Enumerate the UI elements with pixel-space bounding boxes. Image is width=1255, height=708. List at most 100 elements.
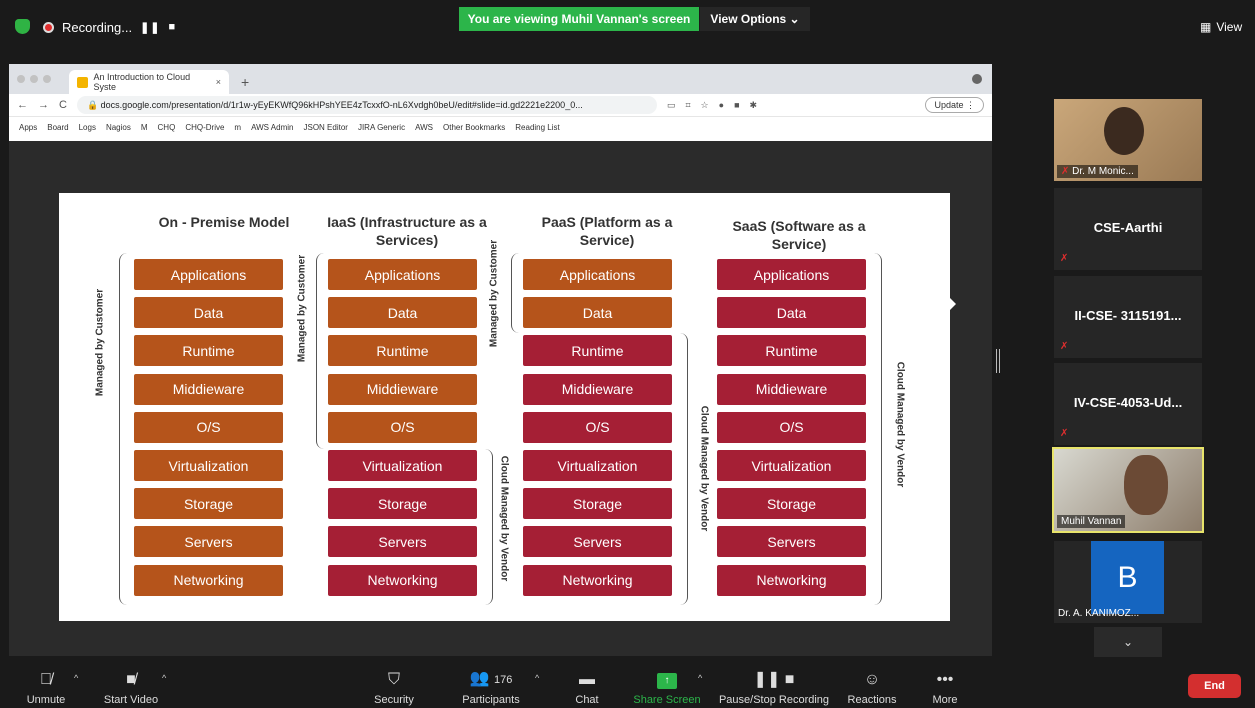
bookmark-item[interactable]: Logs	[79, 123, 96, 132]
panel-resize-handle[interactable]	[996, 349, 1000, 373]
share-screen-button[interactable]: ↑ Share Screen	[632, 661, 702, 706]
browser-window: An Introduction to Cloud Syste × + ← → C…	[9, 64, 992, 141]
active-speaker-video-tile[interactable]: Muhil Vannan	[1052, 447, 1204, 533]
close-tab-icon[interactable]: ×	[216, 77, 221, 87]
bookmarks-bar: Apps Board Logs Nagios M CHQ CHQ-Drive m…	[9, 116, 992, 138]
more-dots-icon: •••	[936, 671, 954, 688]
bookmark-item[interactable]: M	[141, 123, 148, 132]
layer-box: Middieware	[717, 373, 866, 405]
bookmark-item[interactable]: m	[234, 123, 241, 132]
new-tab-icon[interactable]: +	[241, 74, 249, 90]
puzzle-icon[interactable]: ✱	[750, 100, 758, 111]
layer-box: Runtime	[134, 335, 283, 367]
muted-mic-icon: 🎙̸	[40, 671, 52, 688]
stop-recording-icon[interactable]: ■	[169, 21, 177, 33]
video-off-icon: ■̸	[126, 671, 136, 688]
layer-box: Middieware	[523, 373, 672, 405]
view-options-button[interactable]: View Options ⌄	[700, 7, 810, 31]
forward-icon[interactable]: →	[38, 99, 49, 111]
adblock-icon[interactable]: ●	[719, 100, 724, 111]
bookmark-item[interactable]: CHQ-Drive	[185, 123, 224, 132]
layer-box: Data	[134, 297, 283, 329]
security-button[interactable]: ⛉ Security	[370, 661, 418, 706]
more-button[interactable]: ••• More	[925, 661, 965, 706]
start-video-button[interactable]: ■̸ Start Video	[100, 661, 162, 706]
layer-box: Servers	[523, 526, 672, 558]
reactions-label: Reactions	[847, 694, 897, 706]
bookmark-item[interactable]: Other Bookmarks	[443, 123, 505, 132]
bookmark-item[interactable]: AWS Admin	[251, 123, 293, 132]
qr-icon[interactable]: ⌗	[685, 100, 690, 111]
participant-tile[interactable]: IV-CSE-4053-Ud... ✗	[1054, 363, 1202, 445]
maximize-window-icon[interactable]	[43, 75, 51, 83]
layer-box: Storage	[134, 488, 283, 520]
address-bar[interactable]: 🔒 docs.google.com/presentation/d/1r1w-yE…	[76, 96, 657, 114]
participant-name: ✗ Dr. M Monic...	[1057, 165, 1138, 178]
cast-icon[interactable]: ▭	[667, 100, 676, 111]
back-icon[interactable]: ←	[17, 99, 28, 111]
label-iaas-customer: Managed by Customer	[296, 254, 308, 363]
participant-tile[interactable]: B Dr. A. KANIMOZ...	[1054, 541, 1202, 623]
end-meeting-button[interactable]: End	[1188, 674, 1241, 698]
reactions-icon: ☺	[863, 671, 881, 688]
participant-video-tile[interactable]: ✗ Dr. M Monic...	[1054, 99, 1202, 181]
view-button[interactable]: ▦ View	[1200, 20, 1242, 34]
audio-options-caret-icon[interactable]: ^	[74, 673, 78, 683]
participants-count: 176	[494, 674, 513, 686]
start-video-label: Start Video	[103, 694, 159, 706]
brace-iaas-vendor	[484, 449, 493, 605]
bookmark-item[interactable]: Board	[47, 123, 68, 132]
bookmark-item[interactable]: CHQ	[158, 123, 176, 132]
shield-icon: ⛉	[387, 671, 400, 688]
bookmark-item[interactable]: Reading List	[515, 123, 559, 132]
participant-name: CSE-Aarthi	[1093, 220, 1163, 235]
layer-box: O/S	[523, 411, 672, 443]
security-shield-icon[interactable]	[15, 19, 30, 34]
col-title-saas: SaaS (Software as a Service)	[732, 218, 866, 252]
bookmark-star-icon[interactable]: ☆	[701, 100, 709, 111]
share-arrow-icon: ↑	[657, 673, 677, 689]
layer-box: Applications	[717, 259, 866, 290]
video-options-caret-icon[interactable]: ^	[162, 673, 166, 683]
tab-search-icon[interactable]	[972, 74, 982, 84]
shared-screen: An Introduction to Cloud Syste × + ← → C…	[9, 64, 992, 656]
address-row: ← → C 🔒 docs.google.com/presentation/d/1…	[9, 94, 992, 116]
security-label: Security	[374, 694, 414, 706]
update-button[interactable]: Update ⋮	[925, 97, 984, 113]
speaker-face	[1124, 455, 1168, 515]
layer-box: O/S	[328, 411, 477, 443]
presentation-area: On - Premise Model IaaS (Infrastructure …	[9, 141, 992, 656]
reactions-button[interactable]: ☺ Reactions	[846, 661, 898, 706]
share-caret-icon[interactable]: ^	[698, 673, 702, 683]
layer-box: Applications	[328, 259, 477, 290]
participant-name-text: Dr. M Monic...	[1072, 166, 1134, 177]
reload-icon[interactable]: C	[59, 99, 67, 111]
layer-box: Servers	[328, 526, 477, 558]
bookmark-item[interactable]: AWS	[415, 123, 433, 132]
unmute-button[interactable]: 🎙̸ Unmute	[20, 661, 72, 706]
muted-mic-icon: ✗	[1060, 253, 1069, 264]
scroll-down-chevron-icon[interactable]: ⌄	[1094, 627, 1162, 657]
close-window-icon[interactable]	[17, 75, 25, 83]
layer-box: Networking	[523, 564, 672, 596]
layer-box: O/S	[134, 411, 283, 443]
label-paas-customer: Managed by Customer	[488, 239, 500, 348]
participant-tile[interactable]: II-CSE- 3115191... ✗	[1054, 276, 1202, 358]
col-title-iaas: IaaS (Infrastructure as a Services)	[327, 214, 487, 248]
bookmark-item[interactable]: Apps	[19, 123, 37, 132]
share-screen-label: Share Screen	[633, 694, 701, 706]
pause-recording-icon[interactable]: ❚❚	[140, 21, 160, 34]
brace-onprem	[119, 253, 128, 605]
chat-button[interactable]: ▬ Chat	[570, 661, 604, 706]
extension-icon[interactable]: ■	[734, 100, 739, 111]
bookmark-item[interactable]: JSON Editor	[303, 123, 347, 132]
bookmark-item[interactable]: JIRA Generic	[358, 123, 405, 132]
bookmark-item[interactable]: Nagios	[106, 123, 131, 132]
participant-tile[interactable]: CSE-Aarthi ✗	[1054, 188, 1202, 270]
browser-tab[interactable]: An Introduction to Cloud Syste ×	[69, 70, 229, 94]
participants-button[interactable]: 👥 176 Participants	[455, 661, 527, 706]
layer-box: Servers	[717, 526, 866, 558]
minimize-window-icon[interactable]	[30, 75, 38, 83]
participants-caret-icon[interactable]: ^	[535, 673, 539, 683]
pause-recording-button[interactable]: ❚❚ ■ Pause/Stop Recording	[718, 661, 830, 706]
